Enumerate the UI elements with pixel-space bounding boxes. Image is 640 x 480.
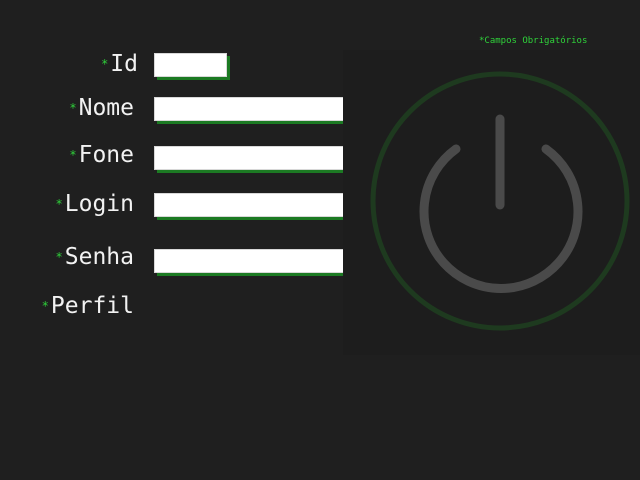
power-icon (419, 114, 583, 293)
power-button[interactable] (0, 0, 640, 480)
cadastro-usuario-form: *Campos Obrigatórios *Id *Nome *Fone *Lo… (0, 0, 640, 480)
